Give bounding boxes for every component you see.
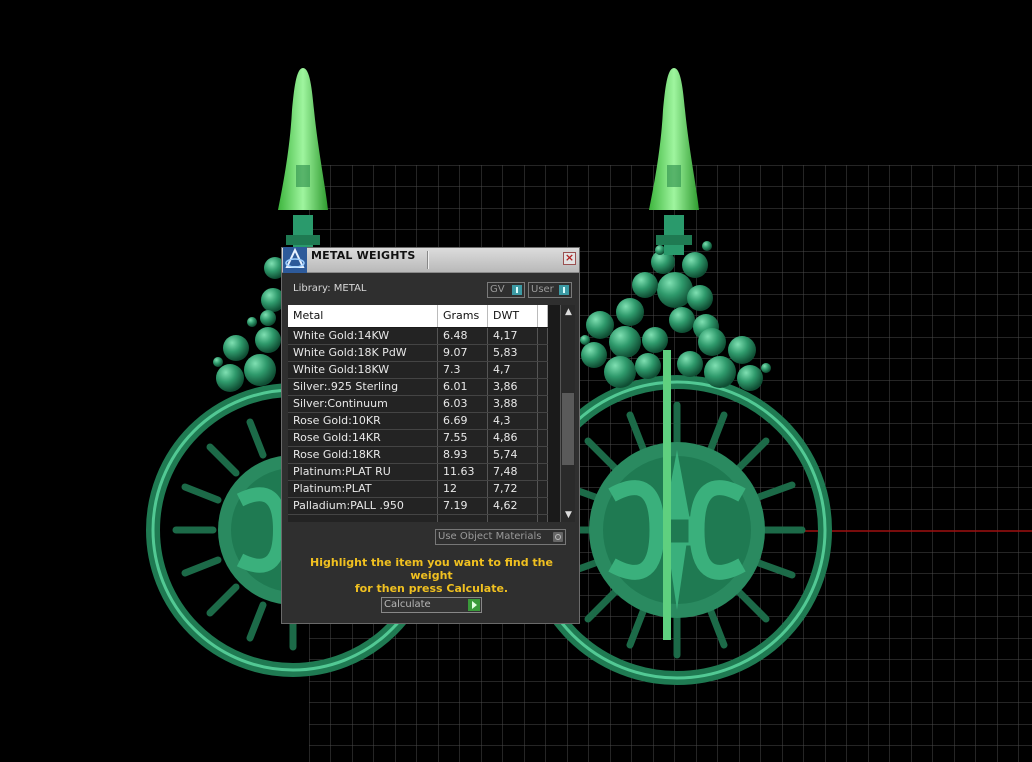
table-row[interactable]: Palladium:PALL .950 7.19 4,62 [288,498,548,515]
scroll-down-icon[interactable]: ▼ [561,508,575,522]
table-row[interactable]: Rose Gold:14KR 7.55 4,86 [288,430,548,447]
table-row[interactable]: Silver:Continuum 6.03 3,88 [288,396,548,413]
cell-extra [538,328,548,344]
cell-metal: Palladium:PALL .950 [288,498,438,514]
table-row[interactable]: White Gold:14KW 6.48 4,17 [288,328,548,345]
cell-dwt: 7,72 [488,481,538,497]
scroll-up-icon[interactable]: ▲ [561,305,575,319]
column-header-grams[interactable]: Grams [438,305,488,327]
cell-dwt: 3,88 [488,396,538,412]
cell-dwt: 4,3 [488,413,538,429]
cell-dwt: 5,83 [488,345,538,361]
use-object-materials-option[interactable]: Use Object Materials [435,529,566,545]
cell-extra [538,498,548,514]
scroll-thumb[interactable] [562,393,574,465]
cell-extra [538,464,548,480]
instruction-line-1: Highlight the item you want to find the … [310,556,553,582]
gv-toggle[interactable]: GV [487,282,525,298]
check-icon [512,285,522,295]
cell-dwt: 4,17 [488,328,538,344]
cell-metal: Silver:.925 Sterling [288,379,438,395]
metal-table: Metal Grams DWT White Gold:14KW 6.48 4,17 … [288,305,575,522]
instruction-text: Highlight the item you want to find the … [292,556,571,595]
cell-grams [438,515,488,522]
close-icon[interactable]: × [563,252,576,265]
cell-extra [538,362,548,378]
calculate-button[interactable]: Calculate [381,597,482,613]
cell-dwt: 4,62 [488,498,538,514]
cell-metal: Rose Gold:14KR [288,430,438,446]
cell-grams: 7.19 [438,498,488,514]
library-label: Library: METAL [293,283,367,294]
table-header: Metal Grams DWT [288,305,548,327]
cell-grams: 6.69 [438,413,488,429]
cell-metal: Platinum:PLAT [288,481,438,497]
table-row[interactable]: White Gold:18KW 7.3 4,7 [288,362,548,379]
cell-dwt: 4,7 [488,362,538,378]
cell-metal: White Gold:18K PdW [288,345,438,361]
table-row[interactable]: Rose Gold:10KR 6.69 4,3 [288,413,548,430]
dialog-title: METAL WEIGHTS [311,249,416,262]
cell-metal: White Gold:18KW [288,362,438,378]
cell-extra [538,447,548,463]
cell-dwt: 5,74 [488,447,538,463]
cell-grams: 8.93 [438,447,488,463]
cell-extra [538,430,548,446]
use-object-materials-label: Use Object Materials [438,531,542,542]
cell-metal [288,515,438,522]
cell-grams: 7.55 [438,430,488,446]
radio-icon[interactable] [553,532,563,542]
table-scrollbar[interactable]: ▲ ▼ [560,305,575,522]
cell-grams: 6.48 [438,328,488,344]
cell-grams: 6.03 [438,396,488,412]
cell-extra [538,481,548,497]
cell-metal: Platinum:PLAT RU [288,464,438,480]
cell-dwt: 4,86 [488,430,538,446]
user-toggle[interactable]: User [528,282,572,298]
cell-metal: Rose Gold:18KR [288,447,438,463]
title-divider [427,251,429,269]
matrix-logo-icon [283,247,307,273]
table-row[interactable]: Platinum:PLAT 12 7,72 [288,481,548,498]
cell-dwt: 3,86 [488,379,538,395]
gv-label: GV [490,284,505,295]
column-header-metal[interactable]: Metal [288,305,438,327]
cell-extra [538,396,548,412]
check-icon [559,285,569,295]
table-row-partial[interactable] [288,515,548,522]
instruction-line-2: for then press Calculate. [354,582,509,595]
metal-weights-dialog: METAL WEIGHTS × Library: METAL GV User M… [281,247,580,624]
cell-extra [538,345,548,361]
cell-grams: 12 [438,481,488,497]
cell-grams: 9.07 [438,345,488,361]
table-row[interactable]: Silver:.925 Sterling 6.01 3,86 [288,379,548,396]
cell-metal: Rose Gold:10KR [288,413,438,429]
calculate-label: Calculate [384,599,431,610]
column-header-extra [538,305,548,327]
cell-metal: White Gold:14KW [288,328,438,344]
cell-dwt [488,515,538,522]
dialog-titlebar[interactable]: METAL WEIGHTS × [282,247,579,273]
cell-dwt: 7,48 [488,464,538,480]
user-label: User [531,284,554,295]
column-header-dwt[interactable]: DWT [488,305,538,327]
cell-extra [538,515,548,522]
table-row[interactable]: White Gold:18K PdW 9.07 5,83 [288,345,548,362]
cell-metal: Silver:Continuum [288,396,438,412]
cell-extra [538,413,548,429]
left-cluster [213,257,286,392]
cell-grams: 6.01 [438,379,488,395]
play-icon [468,599,480,611]
cell-grams: 7.3 [438,362,488,378]
table-row[interactable]: Platinum:PLAT RU 11.63 7,48 [288,464,548,481]
cell-extra [538,379,548,395]
table-row[interactable]: Rose Gold:18KR 8.93 5,74 [288,447,548,464]
cell-grams: 11.63 [438,464,488,480]
